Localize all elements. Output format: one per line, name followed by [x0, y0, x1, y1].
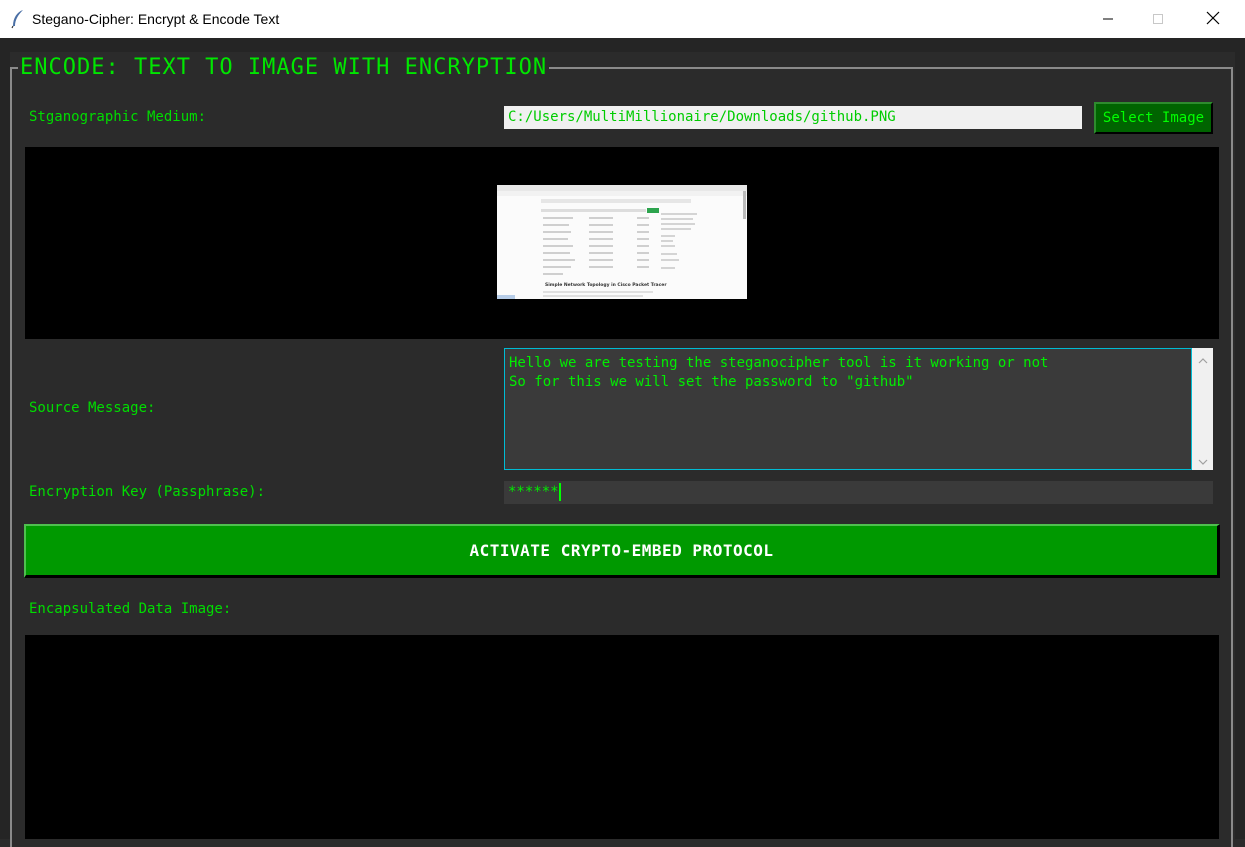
cover-image-thumbnail: Simple Network Topology in Cisco Packet … [497, 185, 747, 299]
feather-icon [10, 9, 26, 29]
activate-embed-button[interactable]: ACTIVATE CRYPTO-EMBED PROTOCOL [24, 524, 1220, 578]
maximize-icon [1152, 10, 1164, 29]
message-label: Source Message: [29, 400, 156, 416]
medium-label: Stganographic Medium: [29, 109, 207, 125]
image-path-field[interactable] [504, 106, 1082, 129]
minimize-button[interactable] [1085, 0, 1131, 38]
passphrase-value: ****** [508, 484, 559, 500]
close-icon [1206, 10, 1220, 29]
window-title: Stegano-Cipher: Encrypt & Encode Text [32, 11, 280, 27]
message-box: Hello we are testing the steganocipher t… [504, 348, 1213, 470]
minimize-icon [1102, 10, 1114, 29]
encoded-image-pane [25, 635, 1219, 839]
message-scrollbar[interactable] [1192, 348, 1213, 470]
groupbox-title: ENCODE: TEXT TO IMAGE WITH ENCRYPTION [18, 53, 550, 83]
scroll-down-button[interactable] [1192, 449, 1213, 470]
scroll-up-button[interactable] [1192, 348, 1213, 369]
source-message-textarea[interactable]: Hello we are testing the steganocipher t… [504, 348, 1192, 470]
text-caret [558, 483, 561, 501]
thumbnail-heading: Simple Network Topology in Cisco Packet … [545, 282, 667, 288]
chevron-down-icon [1198, 450, 1208, 469]
output-label: Encapsulated Data Image: [29, 601, 232, 617]
maximize-button[interactable] [1135, 0, 1181, 38]
select-image-button[interactable]: Select Image [1094, 102, 1213, 134]
window-titlebar: Stegano-Cipher: Encrypt & Encode Text [0, 0, 1245, 38]
key-label: Encryption Key (Passphrase): [29, 484, 266, 500]
close-button[interactable] [1190, 0, 1236, 38]
passphrase-field[interactable]: ****** [504, 481, 1213, 504]
chevron-up-icon [1198, 349, 1208, 368]
